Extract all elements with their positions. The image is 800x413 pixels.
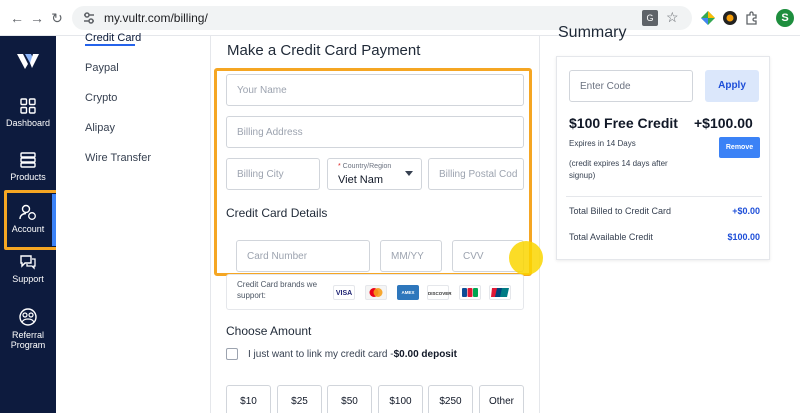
credit-title: $100 Free Credit — [569, 115, 678, 131]
total-billed-value: +$0.00 — [732, 206, 760, 216]
link-only-label: I just want to link my credit card -$0.0… — [248, 349, 457, 360]
submenu-item-crypto[interactable]: Crypto — [85, 92, 117, 104]
referral-icon — [19, 308, 37, 326]
total-credit-label: Total Available Credit — [569, 232, 653, 242]
choose-amount-title: Choose Amount — [226, 324, 312, 338]
rail-item-referral[interactable]: Referral Program — [0, 308, 56, 350]
total-billed-label: Total Billed to Credit Card — [569, 206, 672, 216]
jcb-icon — [459, 285, 481, 300]
products-icon — [20, 152, 36, 168]
amount-option[interactable]: $10 — [226, 385, 271, 413]
card-brands: Credit Card brands we support: VISA AMEX… — [226, 274, 524, 310]
submenu-item-wire-transfer[interactable]: Wire Transfer — [85, 152, 151, 164]
rail-label: Products — [10, 172, 46, 182]
amex-icon: AMEX — [397, 285, 419, 300]
rail-item-support[interactable]: Support — [0, 254, 56, 284]
unionpay-icon — [489, 285, 511, 300]
credit-amount: +$100.00 — [694, 115, 753, 131]
summary-divider — [566, 196, 762, 197]
mouse-cursor-highlight — [509, 241, 543, 275]
vultr-logo[interactable] — [17, 54, 39, 72]
puzzle-icon[interactable] — [744, 10, 760, 26]
site-settings-icon[interactable] — [82, 11, 96, 25]
rail-item-dashboard[interactable]: Dashboard — [0, 98, 56, 128]
profile-avatar[interactable]: S — [776, 9, 794, 27]
amount-option[interactable]: $25 — [277, 385, 322, 413]
support-icon — [20, 255, 36, 270]
summary-title: Summary — [558, 24, 627, 41]
amount-option[interactable]: $250 — [428, 385, 473, 413]
rail-label: Program — [10, 340, 46, 350]
submenu-item-alipay[interactable]: Alipay — [85, 122, 115, 134]
back-icon[interactable]: ← — [8, 9, 26, 27]
visa-icon: VISA — [333, 285, 355, 300]
mastercard-icon — [365, 285, 387, 300]
active-tab-underline — [85, 44, 135, 46]
promo-code-input[interactable]: Enter Code — [569, 70, 693, 102]
translate-icon[interactable]: G — [642, 10, 658, 26]
extension-icon[interactable] — [700, 10, 716, 26]
submenu-item-paypal[interactable]: Paypal — [85, 62, 119, 74]
credit-expiry-note: (credit expires 14 days after signup) — [569, 159, 668, 180]
remove-credit-button[interactable]: Remove — [719, 137, 760, 158]
rail-item-products[interactable]: Products — [0, 152, 56, 182]
dashboard-icon — [20, 98, 36, 114]
reload-icon[interactable]: ↻ — [48, 9, 66, 27]
rail-label: Dashboard — [5, 118, 51, 128]
amount-option[interactable]: $100 — [378, 385, 423, 413]
rail-label: Referral — [11, 330, 44, 340]
billing-submenu: Credit Card Paypal Crypto Alipay Wire Tr… — [56, 32, 206, 413]
submenu-item-credit-card[interactable]: Credit Card — [85, 32, 141, 44]
star-icon[interactable]: ☆ — [666, 9, 679, 26]
extension-icon[interactable] — [722, 10, 738, 26]
forward-icon[interactable]: → — [28, 9, 46, 27]
apply-button[interactable]: Apply — [705, 70, 759, 102]
rail-label: Support — [12, 274, 44, 284]
form-highlight-box — [214, 68, 532, 276]
url-text: my.vultr.com/billing/ — [104, 11, 208, 25]
browser-toolbar: ← → ↻ my.vultr.com/billing/ G ☆ S — [0, 0, 800, 36]
link-only-checkbox[interactable] — [226, 348, 238, 360]
total-credit-value: $100.00 — [727, 232, 760, 242]
amount-option[interactable]: Other — [479, 385, 524, 413]
discover-icon: DISCOVER — [427, 285, 452, 300]
page-title: Make a Credit Card Payment — [227, 42, 421, 59]
credit-expiry: Expires in 14 Days — [569, 139, 636, 148]
amount-option[interactable]: $50 — [327, 385, 372, 413]
